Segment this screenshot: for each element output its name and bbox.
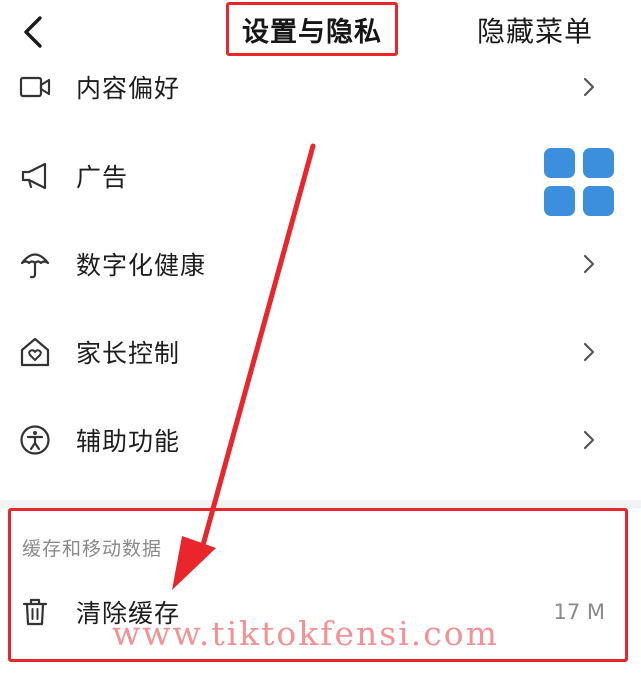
section-header-cache: 缓存和移动数据 (22, 538, 163, 560)
house-heart-icon (18, 335, 52, 369)
menu-item-label: 广告 (76, 163, 129, 192)
megaphone-icon (18, 159, 52, 193)
menu-item-parental-control[interactable]: 家长控制 (0, 322, 641, 382)
umbrella-icon (18, 247, 52, 281)
chevron-right-icon (579, 72, 599, 102)
menu-item-label: 数字化健康 (76, 251, 207, 280)
chevron-left-icon (24, 16, 42, 48)
back-button[interactable] (14, 12, 52, 52)
chevron-right-icon (579, 425, 599, 455)
title-highlight-box: 设置与隐私 (226, 2, 398, 56)
grid-menu-icon[interactable] (542, 146, 616, 218)
menu-item-label: 家长控制 (76, 339, 181, 368)
menu-item-label: 内容偏好 (76, 74, 181, 103)
trash-icon (18, 595, 52, 629)
video-camera-icon (18, 70, 52, 104)
hidden-menu-button[interactable]: 隐藏菜单 (477, 10, 593, 50)
menu-item-content-preferences[interactable]: 内容偏好 (0, 57, 641, 117)
chevron-right-icon (579, 249, 599, 279)
menu-item-label: 辅助功能 (76, 427, 181, 456)
watermark-text: www.tiktokfensi.com (112, 614, 499, 653)
section-divider (0, 500, 641, 508)
page-title: 设置与隐私 (242, 16, 382, 48)
chevron-right-icon (579, 337, 599, 367)
menu-item-accessibility[interactable]: 辅助功能 (0, 410, 641, 470)
menu-item-digital-wellbeing[interactable]: 数字化健康 (0, 234, 641, 294)
accessibility-icon (18, 423, 52, 457)
header-bar: 设置与隐私 隐藏菜单 (0, 0, 641, 64)
cache-size-value: 17 M (553, 600, 605, 624)
